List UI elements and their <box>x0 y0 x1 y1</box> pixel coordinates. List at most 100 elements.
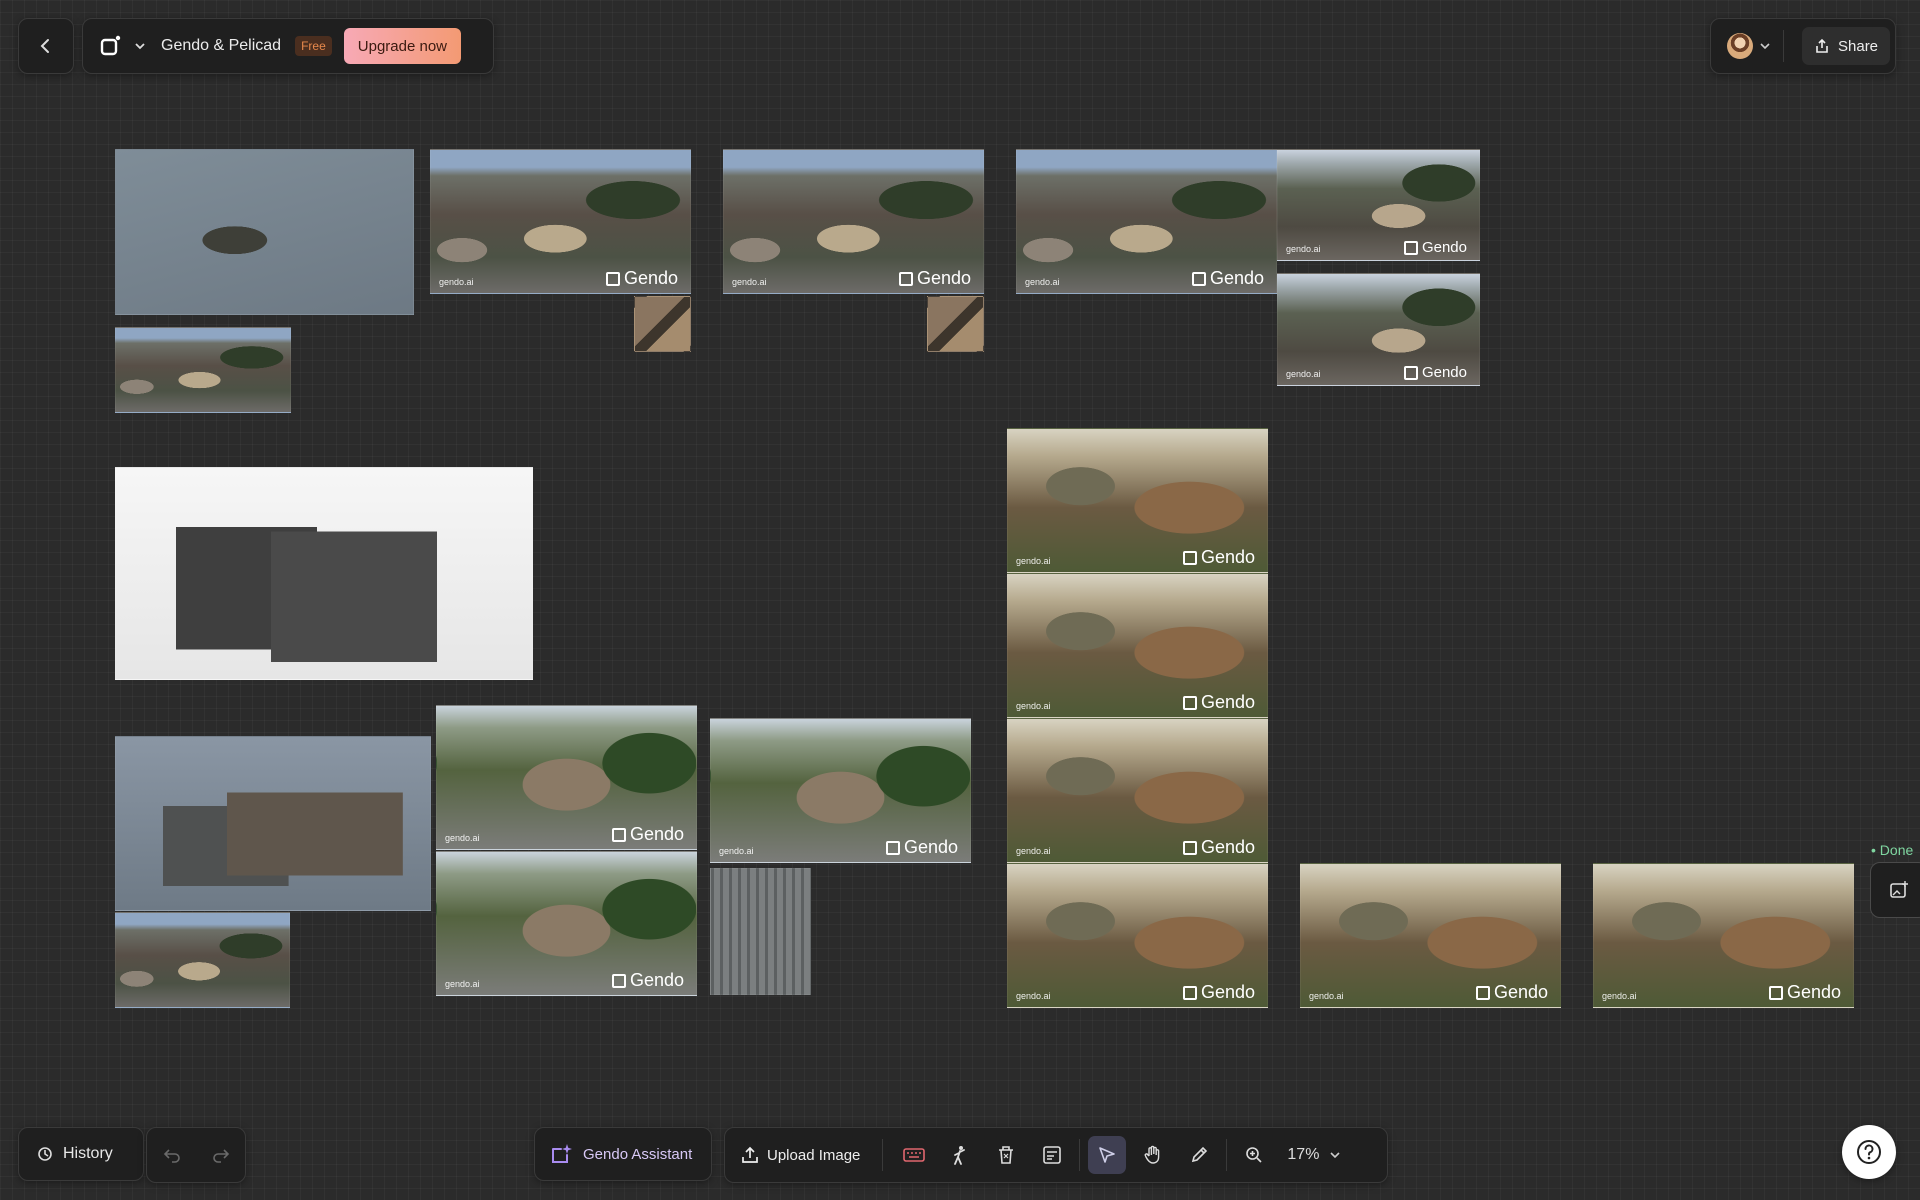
canvas-image-detail[interactable] <box>927 296 984 352</box>
account-menu-button[interactable] <box>1711 33 1771 59</box>
select-tool[interactable] <box>1088 1136 1127 1174</box>
assistant-label: Gendo Assistant <box>583 1145 693 1163</box>
keyboard-tool[interactable] <box>895 1136 933 1174</box>
notes-icon <box>1043 1146 1062 1164</box>
redo-icon <box>212 1149 229 1163</box>
watermark-small: gendo.ai <box>1286 369 1321 379</box>
watermark-small: gendo.ai <box>1602 991 1637 1001</box>
help-button[interactable] <box>1842 1125 1896 1179</box>
notes-tool[interactable] <box>1033 1136 1071 1174</box>
zoom-menu-button[interactable] <box>1329 1149 1341 1161</box>
canvas-image-render[interactable]: gendo.ai Gendo <box>1007 573 1268 718</box>
share-label: Share <box>1838 37 1879 55</box>
watermark-small: gendo.ai <box>1016 556 1051 566</box>
watermark-small: gendo.ai <box>1025 277 1060 287</box>
upload-image-button[interactable]: Upload Image <box>741 1146 860 1164</box>
canvas-image-render[interactable]: gendo.ai Gendo <box>1016 149 1277 294</box>
canvas-image-model-aerial[interactable] <box>115 149 414 315</box>
canvas-image-render[interactable]: gendo.ai Gendo <box>436 851 697 996</box>
canvas-image-render[interactable]: gendo.ai Gendo <box>430 149 691 294</box>
chevron-down-icon <box>135 43 145 50</box>
draw-tool[interactable] <box>1180 1136 1218 1174</box>
gendo-watermark: Gendo <box>1403 364 1467 381</box>
canvas-image-render[interactable]: gendo.ai Gendo <box>1007 863 1268 1008</box>
canvas-image-street-source[interactable] <box>115 912 290 1008</box>
back-button[interactable] <box>18 18 74 74</box>
canvas-image-model-white[interactable] <box>115 467 533 680</box>
chevron-down-icon <box>1330 1152 1341 1159</box>
canvas-image-render[interactable]: gendo.ai Gendo <box>436 705 697 850</box>
delete-tool[interactable] <box>987 1136 1025 1174</box>
pan-tool[interactable] <box>1134 1136 1172 1174</box>
watermark-brand: Gendo <box>903 837 958 857</box>
avatar <box>1727 33 1753 59</box>
pose-tool[interactable] <box>941 1136 979 1174</box>
gendo-watermark: Gendo <box>1768 982 1841 1003</box>
history-button[interactable]: History <box>18 1127 144 1181</box>
gendo-watermark: Gendo <box>605 268 678 289</box>
divider <box>1079 1139 1081 1171</box>
chevron-left-icon <box>40 39 49 53</box>
zoom-icon <box>1246 1147 1262 1163</box>
zoom-level[interactable]: 17% <box>1287 1146 1319 1164</box>
person-icon <box>954 1146 966 1165</box>
help-icon <box>1857 1140 1881 1164</box>
gendo-watermark: Gendo <box>1182 692 1255 713</box>
chevron-down-icon <box>1760 43 1770 50</box>
watermark-small: gendo.ai <box>1016 846 1051 856</box>
canvas-image-render[interactable]: gendo.ai Gendo <box>1277 149 1480 261</box>
undo-button[interactable] <box>163 1146 181 1164</box>
watermark-small: gendo.ai <box>1016 701 1051 711</box>
watermark-brand: Gendo <box>1421 364 1467 381</box>
watermark-small: gendo.ai <box>732 277 767 287</box>
cursor-icon <box>1099 1147 1116 1163</box>
watermark-brand: Gendo <box>1786 982 1841 1002</box>
canvas-image-render[interactable]: gendo.ai Gendo <box>1007 718 1268 863</box>
gendo-watermark: Gendo <box>611 824 684 845</box>
watermark-small: gendo.ai <box>1309 991 1344 1001</box>
canvas-image-render[interactable]: gendo.ai Gendo <box>710 718 971 863</box>
zoom-tool[interactable] <box>1235 1136 1273 1174</box>
canvas-image-render[interactable]: gendo.ai Gendo <box>1593 863 1854 1008</box>
hand-icon <box>1145 1145 1160 1164</box>
watermark-small: gendo.ai <box>439 277 474 287</box>
gendo-assistant-button[interactable]: Gendo Assistant <box>534 1127 712 1181</box>
upgrade-button[interactable]: Upgrade now <box>343 28 461 64</box>
gendo-watermark: Gendo <box>1182 547 1255 568</box>
canvas-image-detail[interactable] <box>634 296 691 352</box>
canvas-image-render[interactable]: gendo.ai Gendo <box>723 149 984 294</box>
pencil-icon <box>1192 1146 1208 1163</box>
divider <box>1783 30 1784 62</box>
canvas-image-balcony-detail[interactable] <box>710 868 811 995</box>
gendo-watermark: Gendo <box>1191 268 1264 289</box>
canvas-image-render[interactable]: gendo.ai Gendo <box>1277 273 1480 386</box>
watermark-brand: Gendo <box>1421 239 1467 256</box>
watermark-small: gendo.ai <box>719 846 754 856</box>
canvas-image-render[interactable]: gendo.ai Gendo <box>1007 428 1268 573</box>
generate-image-button[interactable] <box>1870 862 1920 918</box>
watermark-small: gendo.ai <box>445 979 480 989</box>
canvas-image-aerial-source[interactable] <box>115 327 291 413</box>
watermark-brand: Gendo <box>1200 982 1255 1002</box>
share-button[interactable]: Share <box>1802 27 1891 65</box>
upload-icon <box>742 1146 758 1163</box>
watermark-brand: Gendo <box>1200 692 1255 712</box>
upload-label: Upload Image <box>767 1146 861 1164</box>
project-name[interactable]: Gendo & Pelicad <box>161 37 281 55</box>
divider <box>1226 1139 1228 1171</box>
share-icon <box>1816 38 1828 53</box>
canvas-image-model-wood[interactable] <box>115 736 431 911</box>
history-icon <box>38 1147 52 1161</box>
watermark-brand: Gendo <box>1493 982 1548 1002</box>
logo-menu-button[interactable] <box>99 34 147 58</box>
watermark-small: gendo.ai <box>445 833 480 843</box>
keyboard-icon <box>903 1148 926 1162</box>
gendo-watermark: Gendo <box>1403 239 1467 256</box>
watermark-brand: Gendo <box>1200 837 1255 857</box>
redo-button[interactable] <box>212 1146 230 1164</box>
generation-status: • Done <box>1871 842 1914 858</box>
watermark-small: gendo.ai <box>1286 244 1321 254</box>
canvas-image-render[interactable]: gendo.ai Gendo <box>1300 863 1561 1008</box>
delete-icon <box>999 1146 1014 1164</box>
undo-icon <box>163 1149 180 1163</box>
